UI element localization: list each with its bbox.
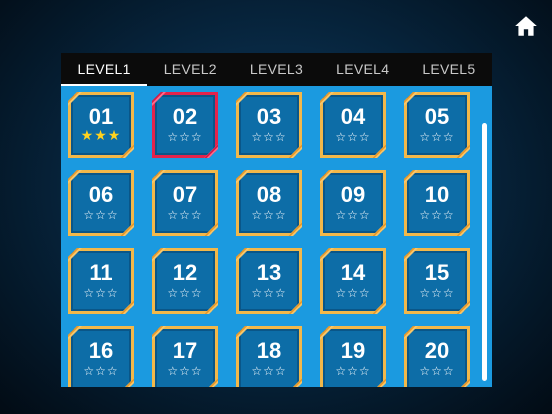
level-number: 15	[424, 260, 450, 285]
star-rating: ☆☆☆	[167, 286, 203, 300]
level-tile-13[interactable]: 13 ☆☆☆	[236, 248, 302, 314]
level-number: 03	[256, 104, 282, 129]
star-rating: ☆☆☆	[251, 208, 287, 222]
level-tile-11[interactable]: 11 ☆☆☆	[68, 248, 134, 314]
level-number: 09	[340, 182, 366, 207]
level-number: 13	[256, 260, 282, 285]
grid-scrollbar[interactable]	[482, 123, 487, 381]
star-rating: ☆☆☆	[335, 286, 371, 300]
star-rating: ☆☆☆	[167, 208, 203, 222]
level-number: 18	[256, 338, 282, 363]
level-tile-02[interactable]: 02 ☆☆☆	[152, 92, 218, 158]
level-number: 11	[89, 260, 113, 285]
tab-level2[interactable]: LEVEL2	[147, 53, 233, 86]
level-number: 17	[172, 338, 198, 363]
home-button[interactable]	[513, 13, 539, 39]
level-tile-20[interactable]: 20 ☆☆☆	[404, 326, 470, 387]
level-number: 04	[340, 104, 366, 129]
star-rating: ☆☆☆	[419, 286, 455, 300]
level-grid: 01 ★★★ 02 ☆☆☆ 03 ☆☆☆ 04 ☆☆☆ 05 ☆☆☆ 06 ☆☆☆ 07 ☆☆…	[68, 92, 470, 387]
level-tile-04[interactable]: 04 ☆☆☆	[320, 92, 386, 158]
star-rating: ☆☆☆	[251, 286, 287, 300]
level-tile-12[interactable]: 12 ☆☆☆	[152, 248, 218, 314]
level-tile-06[interactable]: 06 ☆☆☆	[68, 170, 134, 236]
level-tile-09[interactable]: 09 ☆☆☆	[320, 170, 386, 236]
level-number: 07	[172, 182, 198, 207]
level-tile-08[interactable]: 08 ☆☆☆	[236, 170, 302, 236]
level-tile-17[interactable]: 17 ☆☆☆	[152, 326, 218, 387]
level-tabs: LEVEL1 LEVEL2 LEVEL3 LEVEL4 LEVEL5	[61, 53, 492, 86]
home-icon	[515, 16, 537, 36]
level-tile-18[interactable]: 18 ☆☆☆	[236, 326, 302, 387]
tab-level1[interactable]: LEVEL1	[61, 53, 148, 86]
level-number: 06	[88, 182, 114, 207]
level-tile-15[interactable]: 15 ☆☆☆	[404, 248, 470, 314]
level-number: 10	[424, 182, 450, 207]
level-tile-19[interactable]: 19 ☆☆☆	[320, 326, 386, 387]
level-tile-01[interactable]: 01 ★★★	[68, 92, 134, 158]
star-rating: ☆☆☆	[83, 208, 119, 222]
level-select-panel: LEVEL1 LEVEL2 LEVEL3 LEVEL4 LEVEL5 01 ★★★…	[61, 53, 492, 387]
star-rating: ☆☆☆	[419, 208, 455, 222]
star-rating: ☆☆☆	[83, 364, 119, 378]
level-number: 01	[88, 104, 114, 129]
level-tile-14[interactable]: 14 ☆☆☆	[320, 248, 386, 314]
level-number: 02	[172, 104, 198, 129]
star-rating: ☆☆☆	[335, 208, 371, 222]
level-tile-10[interactable]: 10 ☆☆☆	[404, 170, 470, 236]
level-number: 16	[88, 338, 114, 363]
star-rating: ★★★	[80, 127, 122, 143]
star-rating: ☆☆☆	[83, 286, 119, 300]
level-grid-area: 01 ★★★ 02 ☆☆☆ 03 ☆☆☆ 04 ☆☆☆ 05 ☆☆☆ 06 ☆☆☆ 07 ☆☆…	[61, 86, 492, 387]
tab-level5[interactable]: LEVEL5	[406, 53, 492, 86]
level-tile-05[interactable]: 05 ☆☆☆	[404, 92, 470, 158]
star-rating: ☆☆☆	[419, 364, 455, 378]
level-number: 14	[340, 260, 366, 285]
tab-level4[interactable]: LEVEL4	[320, 53, 406, 86]
star-rating: ☆☆☆	[167, 364, 203, 378]
star-rating: ☆☆☆	[167, 130, 203, 144]
level-number: 12	[172, 260, 198, 285]
level-number: 20	[424, 338, 450, 363]
star-rating: ☆☆☆	[419, 130, 455, 144]
level-tile-03[interactable]: 03 ☆☆☆	[236, 92, 302, 158]
star-rating: ☆☆☆	[335, 364, 371, 378]
level-number: 05	[424, 104, 450, 129]
level-number: 08	[256, 182, 282, 207]
level-tile-16[interactable]: 16 ☆☆☆	[68, 326, 134, 387]
star-rating: ☆☆☆	[335, 130, 371, 144]
star-rating: ☆☆☆	[251, 364, 287, 378]
star-rating: ☆☆☆	[251, 130, 287, 144]
level-tile-07[interactable]: 07 ☆☆☆	[152, 170, 218, 236]
tab-level3[interactable]: LEVEL3	[233, 53, 319, 86]
level-number: 19	[340, 338, 366, 363]
